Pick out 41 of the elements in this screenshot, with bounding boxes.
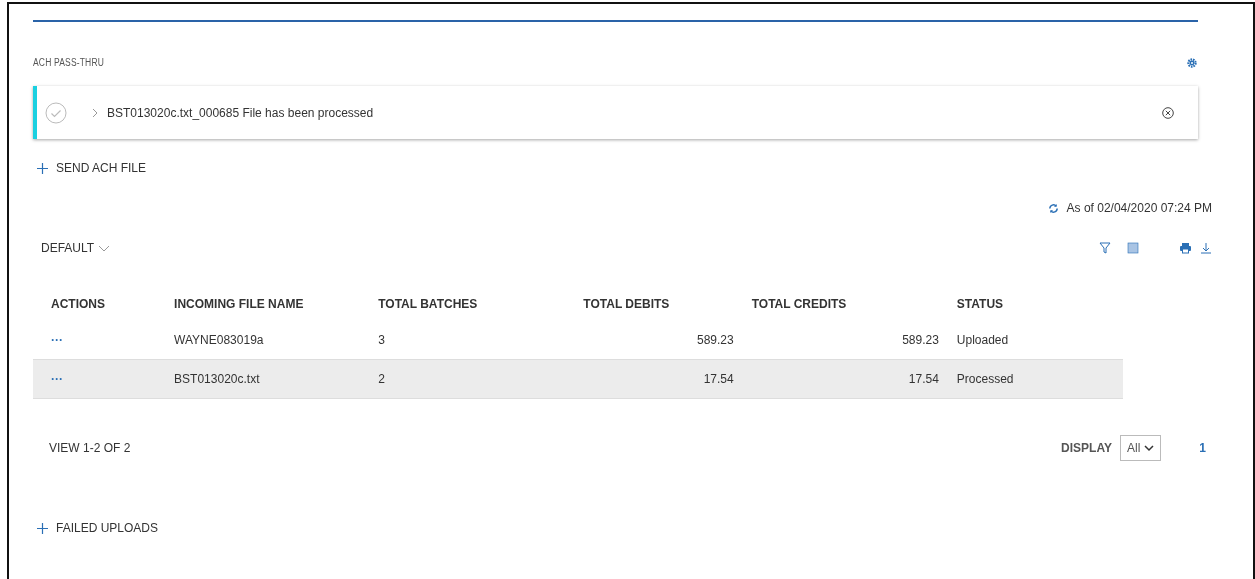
refresh-icon[interactable] bbox=[1047, 202, 1059, 214]
page-link[interactable]: 1 bbox=[1193, 438, 1212, 458]
send-ach-file-link[interactable]: SEND ACH FILE bbox=[56, 159, 147, 177]
column-header: INCOMING FILE NAME bbox=[174, 297, 304, 311]
debits-cell: 17.54 bbox=[703, 372, 734, 386]
status-cell: Processed bbox=[956, 372, 1014, 386]
file-name-cell: BST013020c.txt bbox=[174, 372, 260, 386]
chevron-down-icon[interactable] bbox=[98, 244, 111, 252]
as-of-timestamp: As of 02/04/2020 07:24 PM bbox=[1066, 200, 1212, 217]
check-circle-icon bbox=[45, 101, 67, 124]
chevron-right-icon[interactable] bbox=[91, 107, 99, 118]
columns-icon[interactable] bbox=[1127, 242, 1139, 254]
print-icon[interactable] bbox=[1179, 242, 1192, 254]
chevron-down-icon bbox=[1144, 444, 1155, 452]
actions-menu[interactable]: ··· bbox=[51, 331, 63, 349]
display-label: DISPLAY bbox=[1061, 440, 1112, 457]
credits-cell: 589.23 bbox=[902, 333, 939, 347]
column-header: TOTAL DEBITS bbox=[583, 297, 670, 311]
column-header: ACTIONS bbox=[51, 297, 105, 311]
column-header: STATUS bbox=[956, 297, 1004, 311]
section-title: ACH PASS-THRU bbox=[33, 56, 104, 70]
status-cell: Uploaded bbox=[956, 333, 1009, 347]
batches-cell: 3 bbox=[378, 333, 385, 347]
batches-cell: 2 bbox=[378, 372, 385, 386]
plus-icon[interactable] bbox=[37, 522, 48, 534]
column-header: TOTAL BATCHES bbox=[378, 297, 478, 311]
plus-icon[interactable] bbox=[37, 162, 48, 174]
column-header: TOTAL CREDITS bbox=[751, 297, 847, 311]
close-icon[interactable] bbox=[1162, 106, 1174, 119]
view-dropdown[interactable]: DEFAULT bbox=[41, 239, 95, 257]
failed-uploads-link[interactable]: FAILED UPLOADS bbox=[56, 519, 159, 537]
actions-menu[interactable]: ··· bbox=[51, 370, 63, 388]
results-summary: VIEW 1-2 OF 2 bbox=[49, 440, 131, 457]
notification-message: BST013020c.txt_000685 File has been processed bbox=[107, 104, 374, 122]
download-icon[interactable] bbox=[1200, 242, 1212, 254]
debits-cell: 589.23 bbox=[697, 333, 734, 347]
settings-icon[interactable] bbox=[1186, 56, 1198, 69]
display-select[interactable]: All bbox=[1119, 435, 1162, 461]
file-name-cell: WAYNE083019a bbox=[174, 333, 264, 347]
filter-icon[interactable] bbox=[1099, 242, 1111, 254]
credits-cell: 17.54 bbox=[908, 372, 939, 386]
